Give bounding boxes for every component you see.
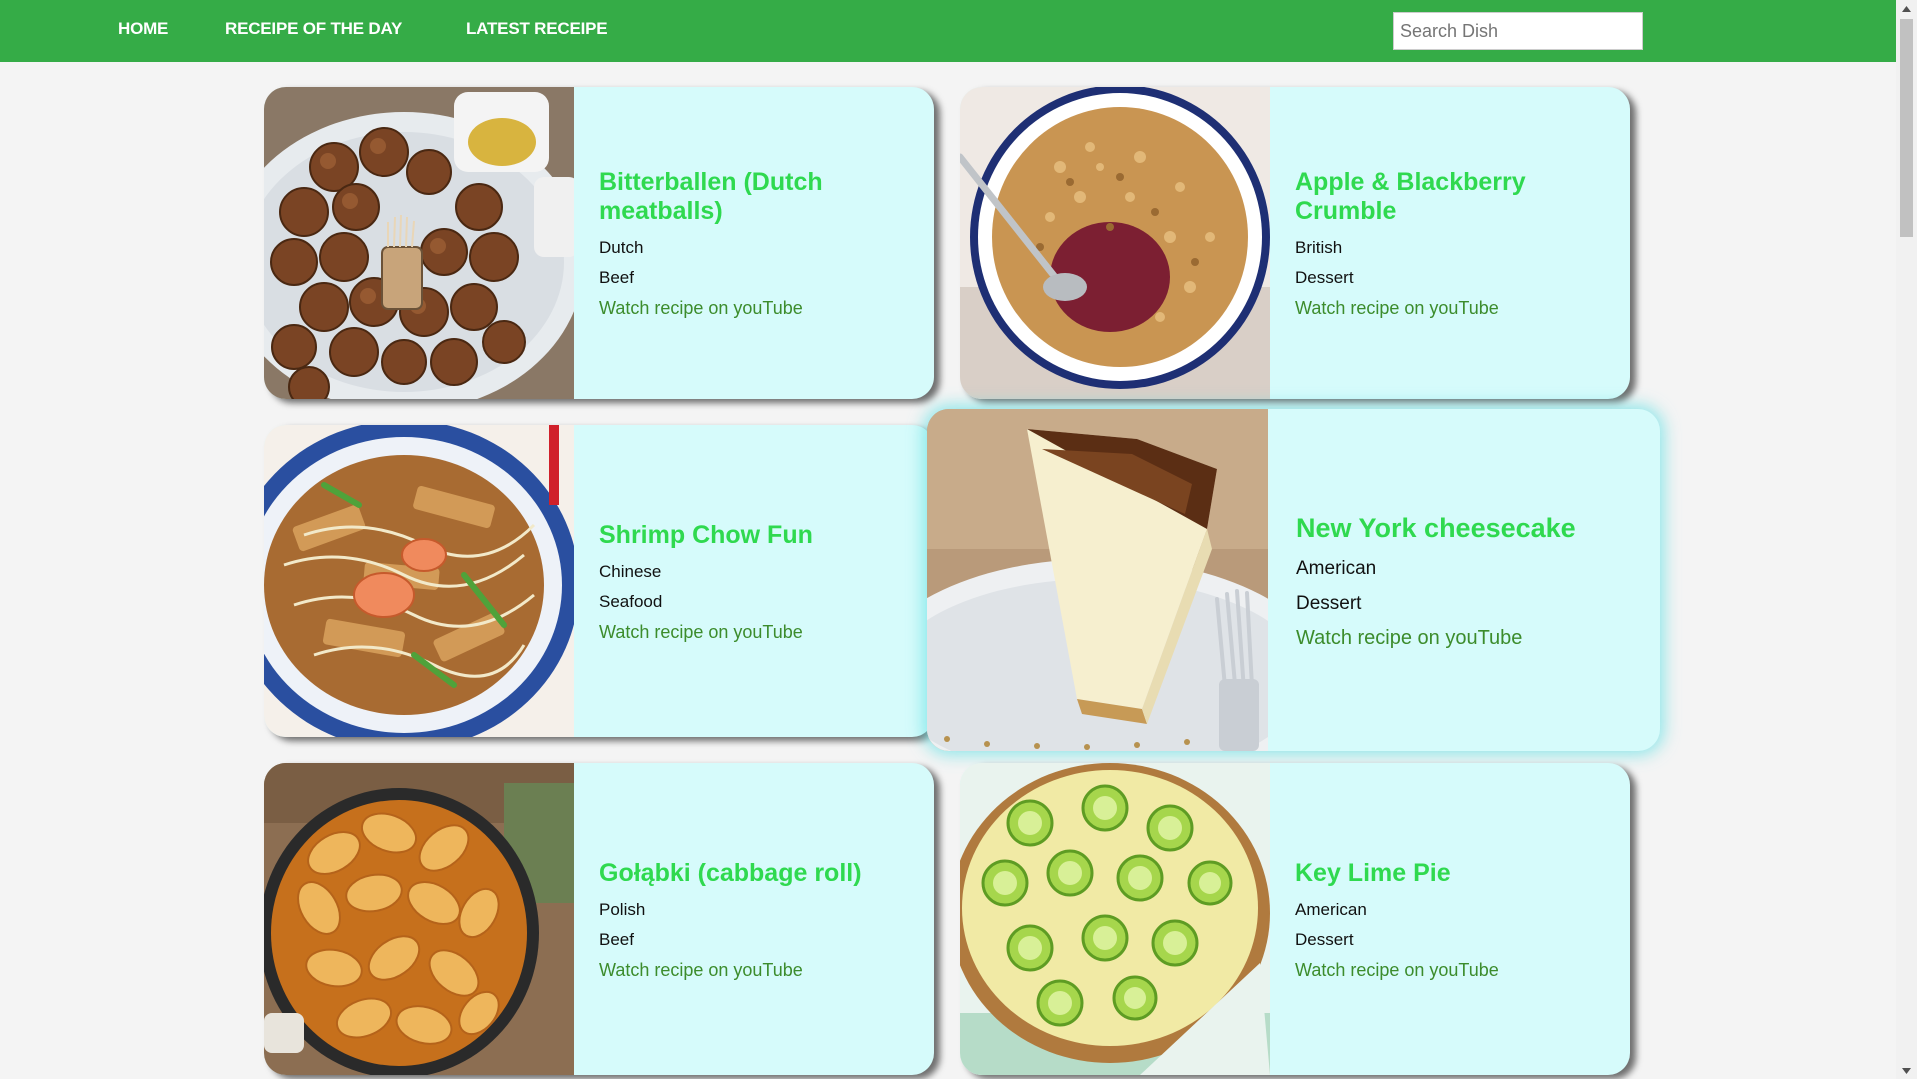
golabki-photo bbox=[264, 763, 574, 1075]
scroll-up-arrow-icon[interactable] bbox=[1896, 0, 1917, 17]
page-scrollbar[interactable] bbox=[1896, 0, 1917, 1079]
nav-latest-recipe-link[interactable]: LATEST RECEIPE bbox=[466, 0, 608, 62]
bitterballen-photo bbox=[264, 87, 574, 399]
meal-card[interactable]: Apple & Blackberry Crumble British Desse… bbox=[960, 87, 1630, 399]
meal-info: Key Lime Pie American Dessert Watch reci… bbox=[1295, 763, 1614, 1075]
meal-title: Key Lime Pie bbox=[1295, 858, 1451, 887]
cheesecake-photo bbox=[927, 409, 1268, 751]
meal-area: Dutch bbox=[599, 238, 644, 257]
meal-area: British bbox=[1295, 238, 1343, 257]
meal-card[interactable]: Key Lime Pie American Dessert Watch reci… bbox=[960, 763, 1630, 1075]
chow-fun-photo bbox=[264, 425, 574, 737]
meal-card-featured[interactable]: New York cheesecake American Dessert Wat… bbox=[927, 409, 1660, 751]
meal-category: Beef bbox=[599, 929, 634, 949]
meal-info: Bitterballen (Dutch meatballs) Dutch Bee… bbox=[599, 87, 918, 399]
meal-title: Bitterballen (Dutch meatballs) bbox=[599, 168, 823, 225]
meal-area: American bbox=[1295, 899, 1367, 919]
meal-info: Gołąbki (cabbage roll) Polish Beef Watch… bbox=[599, 763, 918, 1075]
key-lime-pie-photo bbox=[960, 763, 1270, 1075]
meal-card[interactable]: Bitterballen (Dutch meatballs) Dutch Bee… bbox=[264, 87, 934, 399]
meal-area: American bbox=[1296, 558, 1377, 579]
scroll-down-arrow-icon[interactable] bbox=[1896, 1062, 1917, 1079]
meal-info: Shrimp Chow Fun Chinese Seafood Watch re… bbox=[599, 425, 918, 737]
meal-category: Dessert bbox=[1295, 929, 1354, 949]
meal-category: Dessert bbox=[1295, 268, 1354, 287]
meal-category: Seafood bbox=[599, 591, 663, 611]
meal-category: Dessert bbox=[1296, 593, 1362, 614]
meal-info: New York cheesecake American Dessert Wat… bbox=[1296, 409, 1644, 751]
meal-card[interactable]: Shrimp Chow Fun Chinese Seafood Watch re… bbox=[264, 425, 934, 737]
crumble-photo bbox=[960, 87, 1270, 399]
meal-title: Gołąbki (cabbage roll) bbox=[599, 858, 862, 887]
meal-area: Polish bbox=[599, 899, 646, 919]
scroll-thumb[interactable] bbox=[1900, 19, 1913, 237]
nav-recipe-of-the-day-link[interactable]: RECEIPE OF THE DAY bbox=[225, 0, 402, 62]
youtube-recipe-link[interactable]: Watch recipe on youTube bbox=[1295, 298, 1614, 318]
youtube-recipe-link[interactable]: Watch recipe on youTube bbox=[1295, 960, 1614, 980]
meal-card[interactable]: Gołąbki (cabbage roll) Polish Beef Watch… bbox=[264, 763, 934, 1075]
nav-home-link[interactable]: HOME bbox=[118, 0, 168, 62]
meal-area: Chinese bbox=[599, 561, 662, 581]
meal-title: Apple & Blackberry Crumble bbox=[1295, 168, 1526, 225]
youtube-recipe-link[interactable]: Watch recipe on youTube bbox=[1296, 628, 1644, 648]
meal-title: New York cheesecake bbox=[1296, 513, 1576, 543]
meal-category: Beef bbox=[599, 268, 634, 287]
navbar: HOME RECEIPE OF THE DAY LATEST RECEIPE bbox=[0, 0, 1896, 62]
youtube-recipe-link[interactable]: Watch recipe on youTube bbox=[599, 298, 918, 318]
youtube-recipe-link[interactable]: Watch recipe on youTube bbox=[599, 622, 918, 642]
meal-title: Shrimp Chow Fun bbox=[599, 520, 813, 549]
meal-info: Apple & Blackberry Crumble British Desse… bbox=[1295, 87, 1614, 399]
youtube-recipe-link[interactable]: Watch recipe on youTube bbox=[599, 960, 918, 980]
search-dish-input[interactable] bbox=[1393, 12, 1643, 50]
